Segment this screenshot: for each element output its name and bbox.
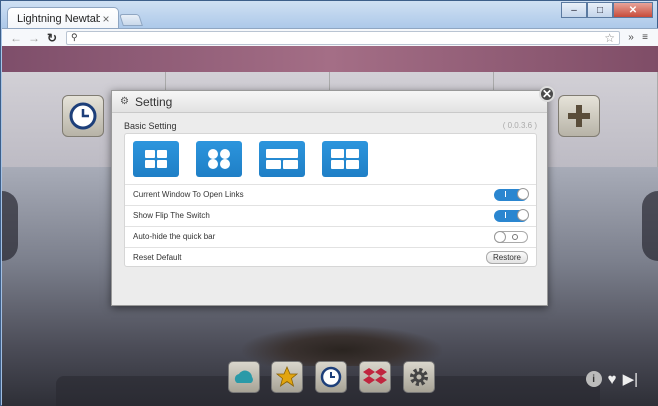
prev-page-arrow[interactable]	[2, 191, 18, 261]
setting-label: Show Flip The Switch	[133, 211, 210, 220]
maximize-button[interactable]: □	[587, 2, 613, 18]
setting-row-reset: Reset Default Restore	[125, 247, 536, 267]
layout-grid-wide-button[interactable]	[259, 141, 305, 177]
settings-gear-icon: ⚙	[120, 96, 129, 107]
next-page-arrow[interactable]	[642, 191, 658, 261]
clock-icon	[69, 102, 97, 130]
clock-tile[interactable]	[62, 95, 104, 137]
tab-strip: Lightning Newtab × – □ ✕	[1, 1, 658, 29]
page-top-banner	[2, 46, 658, 72]
layout-options	[133, 141, 368, 177]
gear-icon[interactable]	[403, 361, 435, 393]
dialog-header: ⚙ Setting	[112, 91, 547, 113]
forward-icon[interactable]: →	[26, 30, 42, 46]
background-rocks	[242, 326, 442, 366]
history-clock-icon[interactable]	[315, 361, 347, 393]
back-icon[interactable]: ←	[8, 30, 24, 46]
dialog-close-icon[interactable]: ✕	[539, 86, 555, 102]
setting-row-flip-switch: Show Flip The Switch	[125, 205, 536, 225]
grid-dots-icon	[208, 149, 230, 169]
settings-panel: Current Window To Open Links Show Flip T…	[124, 133, 537, 267]
minimize-button[interactable]: –	[561, 2, 587, 18]
next-icon[interactable]: ▶|	[623, 370, 638, 388]
open-links-toggle[interactable]	[494, 187, 529, 201]
reload-icon[interactable]: ↻	[44, 30, 60, 46]
close-window-button[interactable]: ✕	[613, 2, 653, 18]
dialog-title: Setting	[135, 94, 173, 109]
bookmark-star-icon[interactable]: ☆	[604, 31, 615, 45]
dropbox-icon[interactable]	[359, 361, 391, 393]
browser-window: Lightning Newtab × – □ ✕ ← → ↻ ⚲ ☆ » ≡ i…	[0, 0, 658, 406]
info-icon[interactable]: i	[585, 371, 602, 387]
layout-grid-dots-button[interactable]	[196, 141, 242, 177]
setting-label: Reset Default	[133, 253, 182, 262]
menu-icon[interactable]: ≡	[638, 32, 652, 43]
star-icon[interactable]	[271, 361, 303, 393]
browser-toolbar: ← → ↻ ⚲ ☆ » ≡	[2, 28, 658, 46]
setting-row-auto-hide: Auto-hide the quick bar	[125, 226, 536, 246]
window-controls: – □ ✕	[561, 2, 653, 18]
grid-2x3-icon	[331, 149, 359, 169]
right-quick-icons: i ♥ ▶|	[585, 370, 638, 388]
layout-grid-2x3-button[interactable]	[322, 141, 368, 177]
address-input[interactable]	[81, 31, 605, 44]
tab-close-icon[interactable]: ×	[100, 12, 112, 26]
address-bar[interactable]: ⚲ ☆	[66, 30, 620, 45]
auto-hide-toggle[interactable]	[494, 230, 528, 243]
setting-label: Auto-hide the quick bar	[133, 232, 216, 241]
settings-dialog: ⚙ Setting Basic Setting ( 0.0.3.6 ) Curr…	[111, 90, 548, 306]
heart-icon[interactable]: ♥	[608, 371, 617, 388]
setting-label: Current Window To Open Links	[133, 190, 244, 199]
flip-switch-toggle[interactable]	[494, 208, 529, 222]
search-icon: ⚲	[71, 32, 78, 42]
layout-grid-2x2-button[interactable]	[133, 141, 179, 177]
cloud-icon[interactable]	[228, 361, 260, 393]
grid-wide-icon	[266, 149, 298, 169]
section-title: Basic Setting	[124, 121, 177, 131]
tab-title: Lightning Newtab	[17, 12, 100, 25]
grid-2x2-icon	[145, 150, 167, 168]
new-tab-button[interactable]	[119, 14, 143, 26]
add-tile-button[interactable]	[558, 95, 600, 137]
version-label: ( 0.0.3.6 )	[502, 121, 537, 130]
extensions-overflow-icon[interactable]: »	[624, 32, 638, 43]
setting-row-open-links: Current Window To Open Links	[125, 184, 536, 204]
restore-button[interactable]: Restore	[485, 251, 528, 264]
tab-lightning-newtab[interactable]: Lightning Newtab ×	[7, 7, 119, 29]
plus-icon	[568, 105, 590, 127]
